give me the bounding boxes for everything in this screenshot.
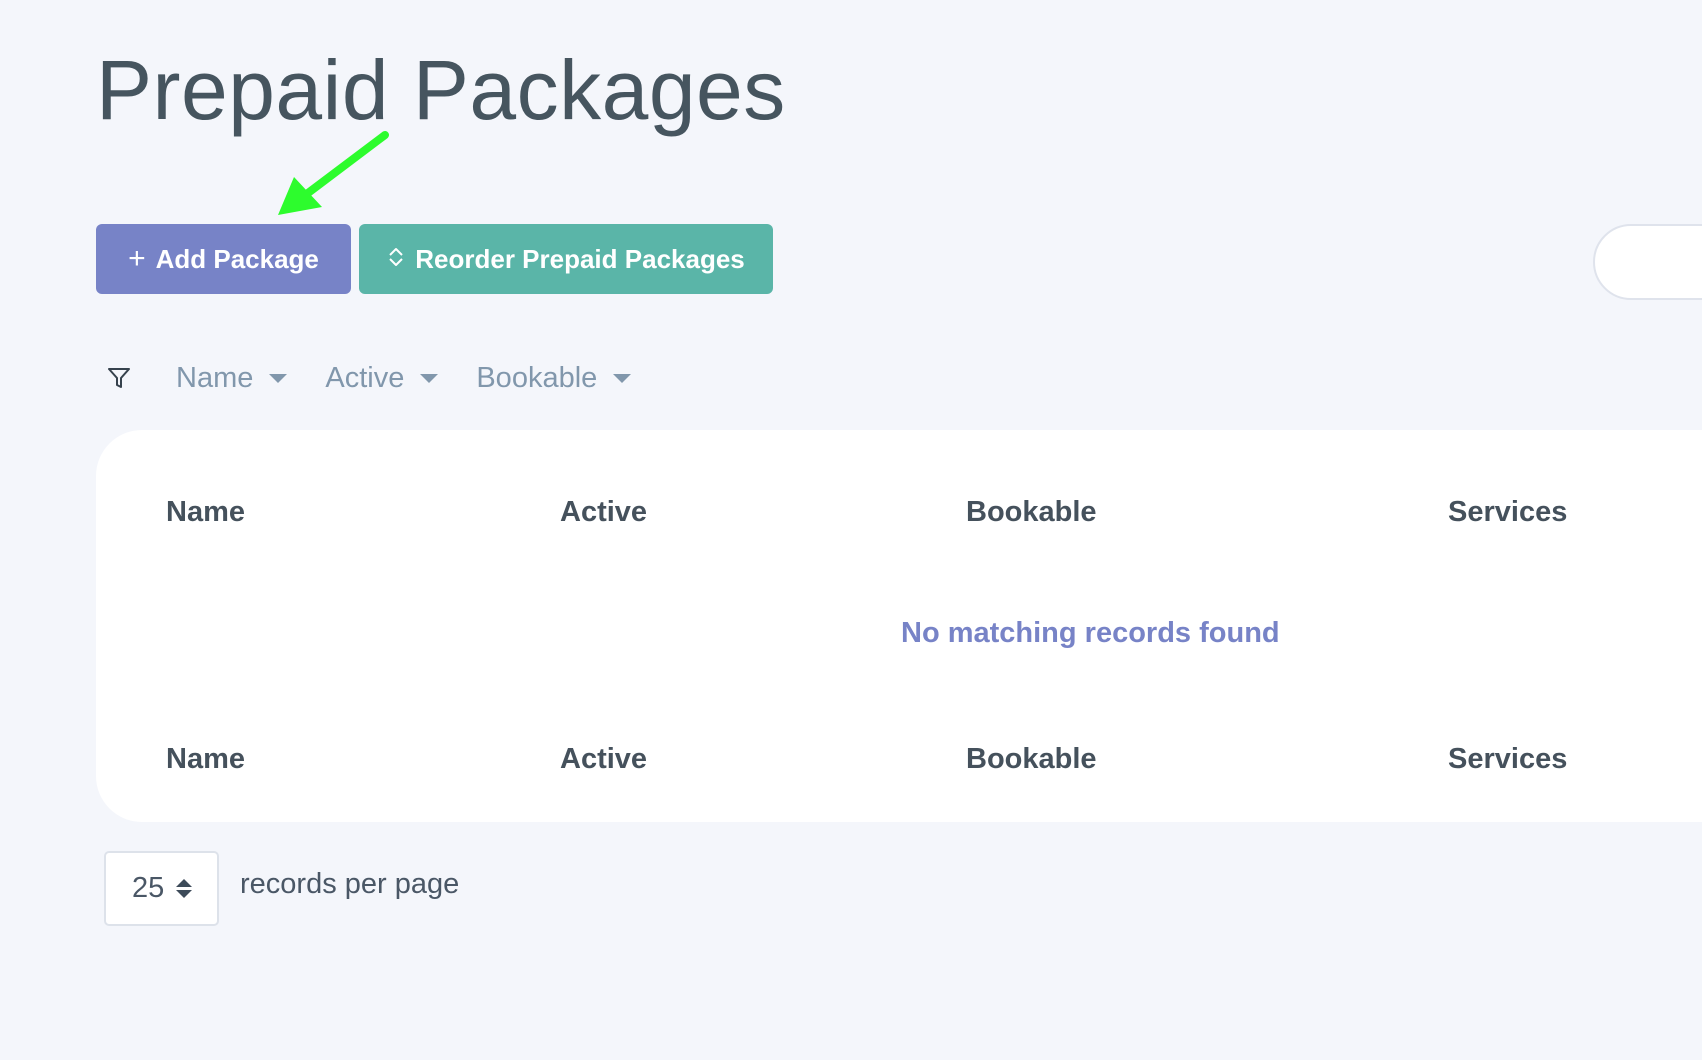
column-header-bookable[interactable]: Bookable [966, 496, 1097, 529]
column-footer-services: Services [1448, 743, 1568, 775]
filter-active-dropdown[interactable]: Active [325, 361, 439, 395]
filter-name-label: Name [176, 361, 254, 394]
filter-bookable-label: Bookable [476, 361, 598, 394]
column-header-services[interactable]: Services [1448, 496, 1567, 529]
filter-name-dropdown[interactable]: Name [176, 361, 288, 395]
filter-bookable-dropdown[interactable]: Bookable [476, 361, 632, 395]
filter-icon[interactable] [106, 365, 132, 391]
search-input[interactable] [1593, 224, 1702, 300]
reorder-packages-button[interactable]: Reorder Prepaid Packages [359, 224, 773, 294]
sort-arrows-icon [387, 246, 405, 273]
column-header-name[interactable]: Name [166, 496, 245, 529]
add-package-button[interactable]: + Add Package [96, 224, 351, 294]
reorder-packages-label: Reorder Prepaid Packages [415, 243, 745, 274]
column-footer-active: Active [560, 743, 648, 775]
column-header-active[interactable]: Active [560, 496, 647, 529]
up-down-caret-icon [176, 879, 193, 898]
plus-icon: + [128, 242, 146, 275]
page-size-select[interactable]: 25 [104, 851, 219, 926]
caret-down-icon [269, 373, 288, 383]
add-package-label: Add Package [155, 243, 319, 274]
records-per-page-label: records per page [240, 868, 460, 900]
caret-down-icon [420, 373, 439, 383]
filter-active-label: Active [325, 361, 405, 394]
filter-bar: Name Active Bookable [106, 356, 669, 400]
empty-table-message: No matching records found [901, 617, 1280, 649]
page-title: Prepaid Packages [96, 43, 786, 137]
column-footer-bookable: Bookable [966, 743, 1097, 775]
annotation-arrow [278, 131, 389, 215]
page-size-value: 25 [132, 872, 165, 904]
caret-down-icon [613, 373, 632, 383]
packages-table: Name Active Bookable Services No matchin… [96, 430, 1702, 822]
column-footer-name: Name [166, 743, 245, 775]
